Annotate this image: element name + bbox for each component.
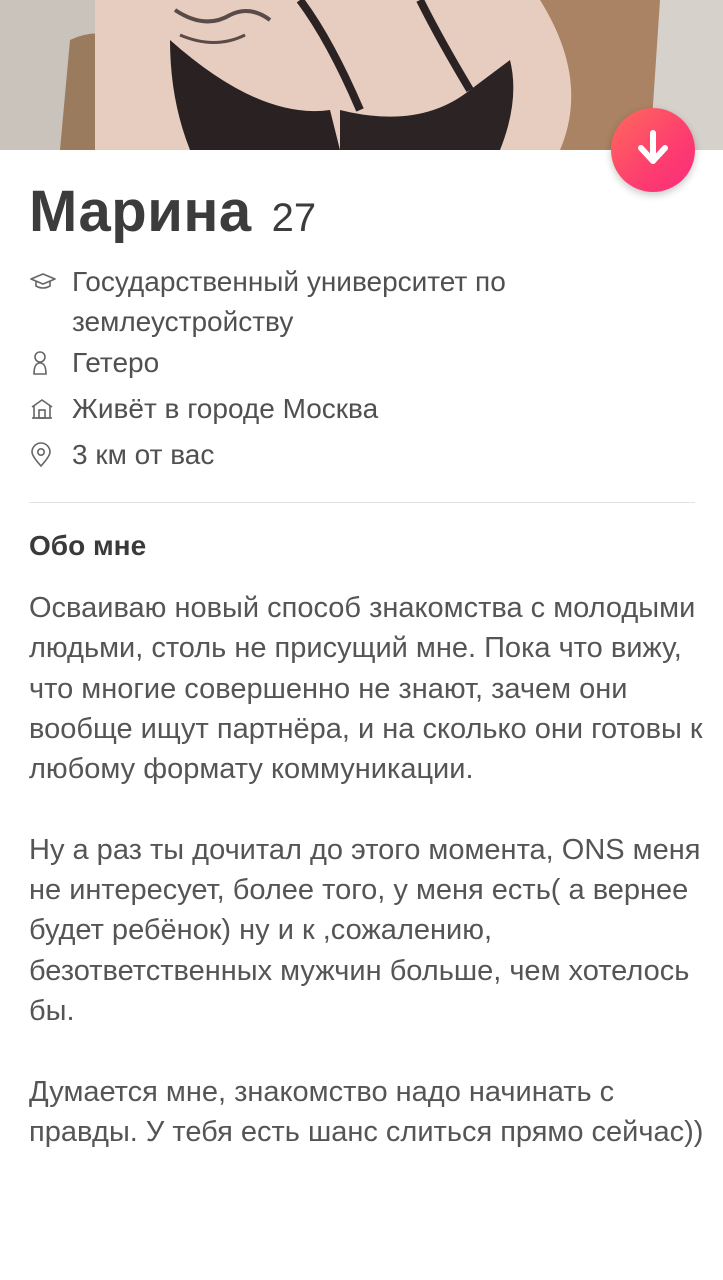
distance-text: 3 км от вас [72, 439, 215, 470]
person-icon [30, 343, 60, 383]
graduation-cap-icon [30, 262, 60, 302]
house-icon [30, 389, 60, 429]
profile-name: Марина [29, 179, 252, 244]
arrow-down-icon [636, 129, 670, 171]
orientation-row: Гетеро [30, 343, 159, 383]
city-row: Живёт в городе Москва [30, 389, 378, 429]
about-text: Осваиваю новый способ знакомства с молод… [29, 592, 704, 1148]
education-row: Государственный университет по землеустр… [30, 262, 630, 342]
profile-age: 27 [271, 196, 317, 240]
location-pin-icon [30, 435, 60, 475]
orientation-text: Гетеро [72, 347, 160, 378]
section-divider [29, 502, 695, 503]
education-text: Государственный университет по землеустр… [72, 266, 506, 337]
distance-row: 3 км от вас [30, 435, 214, 475]
name-age-row: Марина 27 [29, 178, 316, 245]
profile-photo[interactable] [0, 0, 723, 150]
about-heading: Обо мне [29, 530, 147, 561]
collapse-profile-button[interactable] [611, 108, 695, 192]
city-text: Живёт в городе Москва [72, 393, 379, 424]
